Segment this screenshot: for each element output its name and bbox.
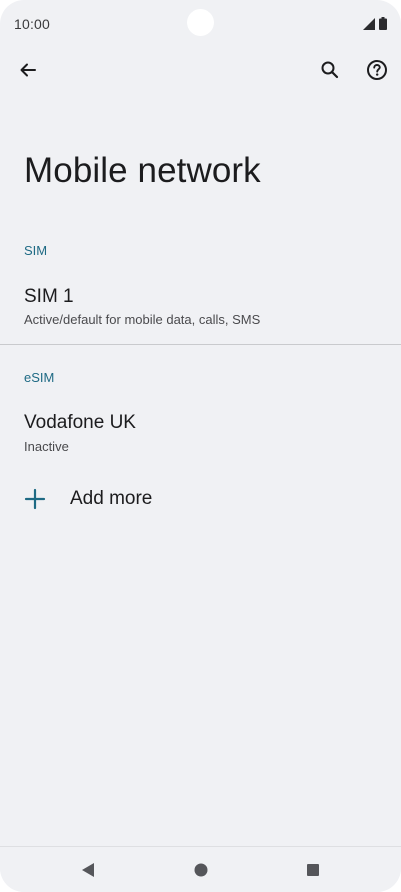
nav-home-button[interactable]: [186, 855, 216, 885]
nav-back-icon: [82, 863, 94, 877]
sim-section-header: SIM: [24, 243, 48, 258]
sim1-title: SIM 1: [24, 286, 74, 307]
camera-cutout: [187, 9, 214, 36]
nav-recents-icon: [307, 864, 319, 876]
vodafone-uk-subtitle: Inactive: [24, 439, 69, 454]
nav-back-button[interactable]: [73, 855, 103, 885]
signal-icon: [363, 18, 375, 30]
status-bar: 10:00: [0, 0, 401, 48]
add-more-button[interactable]: Add more: [0, 478, 401, 522]
nav-recents-button[interactable]: [298, 855, 328, 885]
phone-screen: 10:00 Mobile network SIM SIM 1 Active/de…: [0, 0, 401, 892]
plus-icon: [24, 488, 46, 510]
sim1-item[interactable]: SIM 1 Active/default for mobile data, ca…: [0, 276, 401, 336]
section-divider: [0, 344, 401, 345]
back-button[interactable]: [8, 50, 48, 90]
vodafone-uk-title: Vodafone UK: [24, 412, 136, 433]
battery-icon: [379, 17, 387, 30]
back-arrow-icon: [20, 63, 36, 77]
vodafone-uk-item[interactable]: Vodafone UK Inactive: [0, 404, 401, 464]
search-icon: [321, 61, 339, 79]
status-time: 10:00: [14, 16, 51, 32]
page-title: Mobile network: [24, 151, 261, 190]
sim1-subtitle: Active/default for mobile data, calls, S…: [24, 312, 261, 327]
esim-section-header: eSIM: [24, 370, 55, 385]
help-button[interactable]: [357, 50, 397, 90]
app-bar: [0, 48, 401, 96]
navigation-bar: [0, 846, 401, 892]
help-icon: [367, 60, 387, 80]
add-more-label: Add more: [70, 488, 153, 509]
nav-home-icon: [194, 863, 208, 877]
search-button[interactable]: [310, 50, 350, 90]
